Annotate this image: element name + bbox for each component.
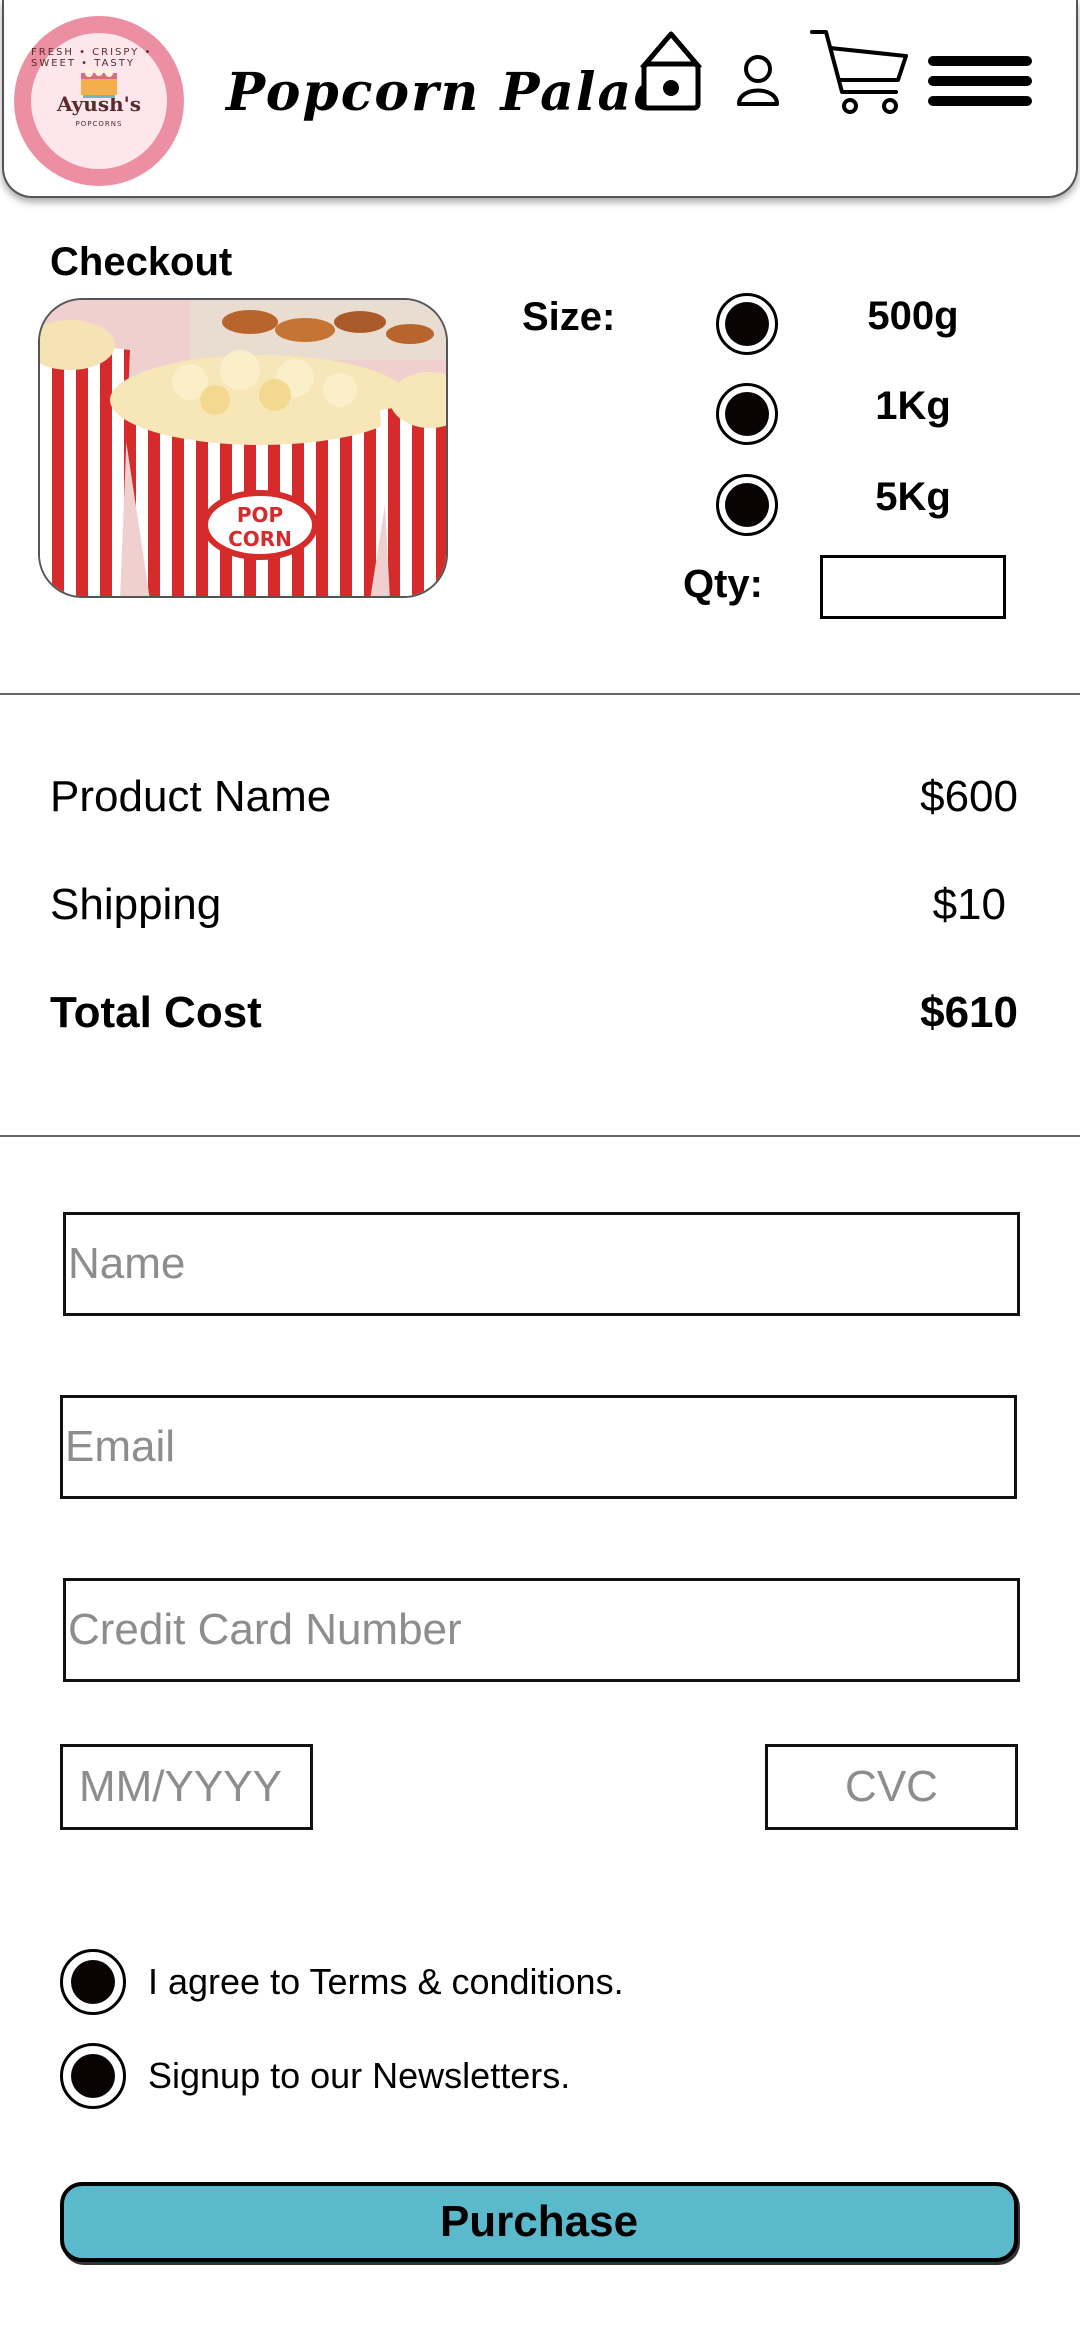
user-icon[interactable] — [734, 52, 782, 110]
terms-label: I agree to Terms & conditions. — [148, 1961, 624, 2002]
name-field[interactable] — [63, 1212, 1020, 1316]
qty-input[interactable] — [820, 555, 1006, 619]
summary-row-shipping: Shipping $10 — [50, 880, 1018, 930]
logo-tagline: FRESH • CRISPY • SWEET • TASTY — [31, 47, 153, 69]
terms-checkbox-row[interactable]: I agree to Terms & conditions. — [60, 1949, 624, 2015]
popcorn-cart-icon — [81, 68, 117, 98]
newsletter-checkbox-row[interactable]: Signup to our Newsletters. — [60, 2043, 570, 2109]
size-option-500g: 500g — [867, 294, 959, 338]
size-radio-1kg[interactable] — [716, 383, 778, 445]
summary-value: $600 — [920, 772, 1018, 821]
home-icon[interactable] — [638, 30, 704, 114]
terms-checkbox[interactable] — [60, 1949, 126, 2015]
page-title: Checkout — [50, 240, 233, 284]
summary-value: $610 — [920, 988, 1018, 1037]
summary-value: $10 — [932, 880, 1006, 929]
newsletter-checkbox[interactable] — [60, 2043, 126, 2109]
svg-text:POP: POP — [237, 503, 283, 527]
size-radio-500g[interactable] — [716, 293, 778, 355]
svg-text:CORN: CORN — [228, 527, 292, 551]
logo-badge: FRESH • CRISPY • SWEET • TASTY Ayush's P… — [31, 33, 167, 169]
size-label: Size: — [522, 295, 616, 339]
size-option-1kg: 1Kg — [875, 384, 951, 428]
card-number-field[interactable] — [63, 1578, 1020, 1682]
menu-icon[interactable] — [924, 52, 1036, 110]
app-header: FRESH • CRISPY • SWEET • TASTY Ayush's P… — [2, 0, 1078, 198]
size-option-5kg: 5Kg — [875, 475, 951, 519]
summary-row-total: Total Cost $610 — [50, 988, 1018, 1038]
logo-sub: POPCORNS — [75, 120, 123, 128]
cart-icon[interactable] — [810, 26, 910, 118]
purchase-button[interactable]: Purchase — [60, 2182, 1018, 2262]
size-radio-5kg[interactable] — [716, 474, 778, 536]
brand-logo[interactable]: FRESH • CRISPY • SWEET • TASTY Ayush's P… — [14, 16, 184, 186]
summary-row-product: Product Name $600 — [50, 772, 1018, 822]
popcorn-image: POP CORN — [40, 300, 446, 596]
brand-title: Popcorn Palace — [226, 62, 702, 123]
divider-bottom — [0, 1135, 1080, 1137]
summary-label: Product Name — [50, 772, 332, 821]
summary-label: Shipping — [50, 880, 222, 929]
product-image: POP CORN — [38, 298, 448, 598]
email-field[interactable] — [60, 1395, 1017, 1499]
cvc-field[interactable] — [765, 1744, 1018, 1830]
summary-label: Total Cost — [50, 988, 262, 1037]
newsletter-label: Signup to our Newsletters. — [148, 2055, 571, 2096]
divider-top — [0, 693, 1080, 695]
expiry-field[interactable] — [60, 1744, 313, 1830]
qty-label: Qty: — [683, 562, 763, 606]
